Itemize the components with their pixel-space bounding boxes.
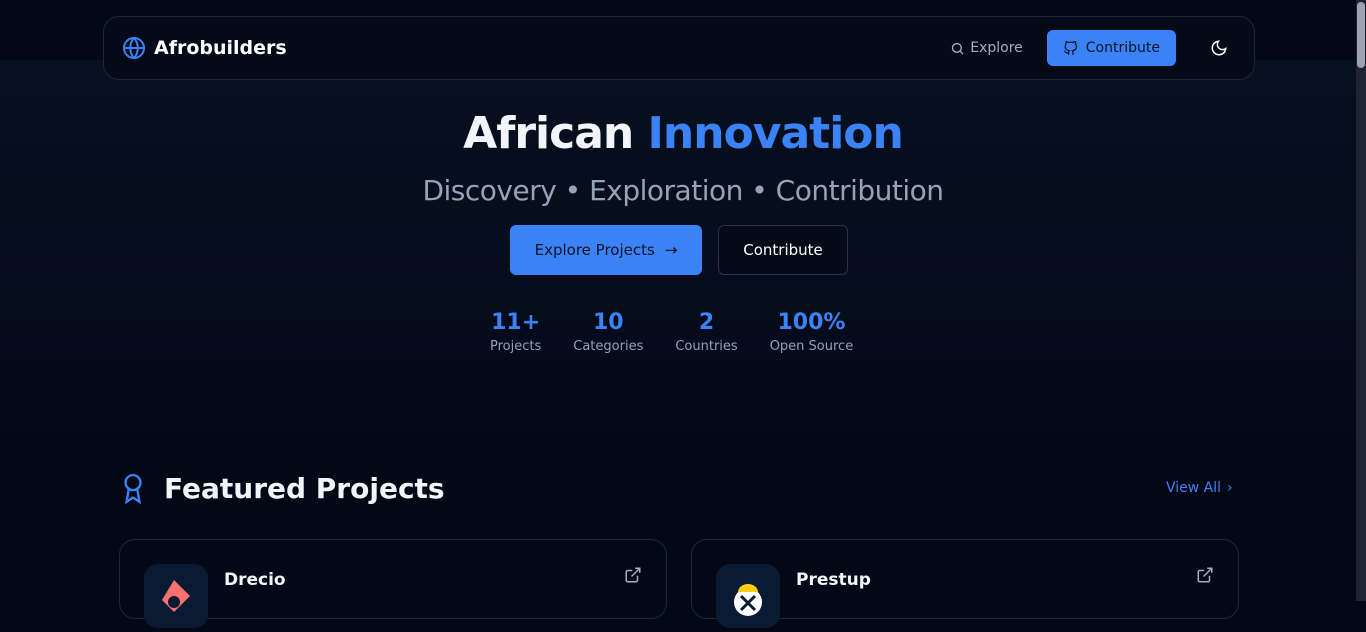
- brand[interactable]: Afrobuilders: [122, 36, 287, 60]
- project-name: Drecio: [224, 570, 286, 590]
- stat-open-source: 100% Open Source: [770, 310, 854, 354]
- hero-title-b: Innovation: [647, 108, 904, 159]
- stat-label: Projects: [490, 339, 542, 354]
- hero-subtitle: Discovery • Exploration • Contribution: [422, 174, 944, 207]
- drecio-logo: [144, 564, 208, 628]
- scrollbar[interactable]: [1356, 0, 1366, 601]
- external-link-icon[interactable]: [1196, 566, 1214, 584]
- contribute-button[interactable]: Contribute: [718, 225, 848, 275]
- explore-projects-button[interactable]: Explore Projects →: [510, 225, 702, 275]
- stat-projects: 11+ Projects: [490, 310, 541, 354]
- stat-countries: 2 Countries: [675, 310, 737, 354]
- stat-label: Countries: [675, 339, 738, 354]
- moon-icon: [1211, 40, 1227, 56]
- project-card[interactable]: Drecio: [119, 539, 667, 628]
- view-all-link[interactable]: View All ›: [1166, 480, 1233, 496]
- stat-label: Open Source: [769, 339, 854, 354]
- nav-contribute-button[interactable]: Contribute: [1046, 30, 1176, 66]
- chevron-right-icon: ›: [1227, 480, 1233, 496]
- github-icon: [1063, 40, 1077, 55]
- stat-value: 2: [698, 310, 715, 335]
- stat-categories: 10 Categories: [573, 310, 643, 354]
- nav-contribute-label: Contribute: [1085, 40, 1160, 56]
- theme-toggle[interactable]: [1210, 39, 1228, 57]
- stat-value: 100%: [777, 310, 846, 335]
- project-name: Prestup: [796, 570, 871, 590]
- hero-title: African Innovation: [0, 108, 1366, 159]
- award-icon: [124, 473, 142, 504]
- stat-value: 11+: [491, 310, 541, 335]
- arrow-right-icon: →: [664, 241, 678, 259]
- stat-value: 10: [592, 310, 624, 335]
- explore-projects-label: Explore Projects: [534, 241, 655, 259]
- nav-explore-link[interactable]: Explore: [950, 40, 1023, 56]
- scrollbar-thumb[interactable]: [1357, 2, 1365, 68]
- stats: 11+ Projects 10 Categories 2 Countries 100%…: [490, 310, 853, 354]
- brand-name: Afrobuilders: [154, 37, 287, 59]
- nav-explore-label: Explore: [970, 40, 1023, 56]
- search-icon: [952, 42, 964, 55]
- project-card[interactable]: Prestup: [691, 539, 1239, 628]
- featured-title: Featured Projects: [164, 472, 445, 505]
- featured-heading: Featured Projects: [120, 472, 445, 505]
- external-link-icon[interactable]: [624, 566, 642, 584]
- hero-title-a: African: [463, 108, 634, 159]
- stat-label: Categories: [573, 339, 644, 354]
- view-all-label: View All: [1166, 480, 1222, 496]
- globe-icon: [123, 37, 145, 59]
- navbar: Afrobuilders Explore Contribute: [103, 16, 1255, 80]
- prestup-logo: [716, 564, 780, 628]
